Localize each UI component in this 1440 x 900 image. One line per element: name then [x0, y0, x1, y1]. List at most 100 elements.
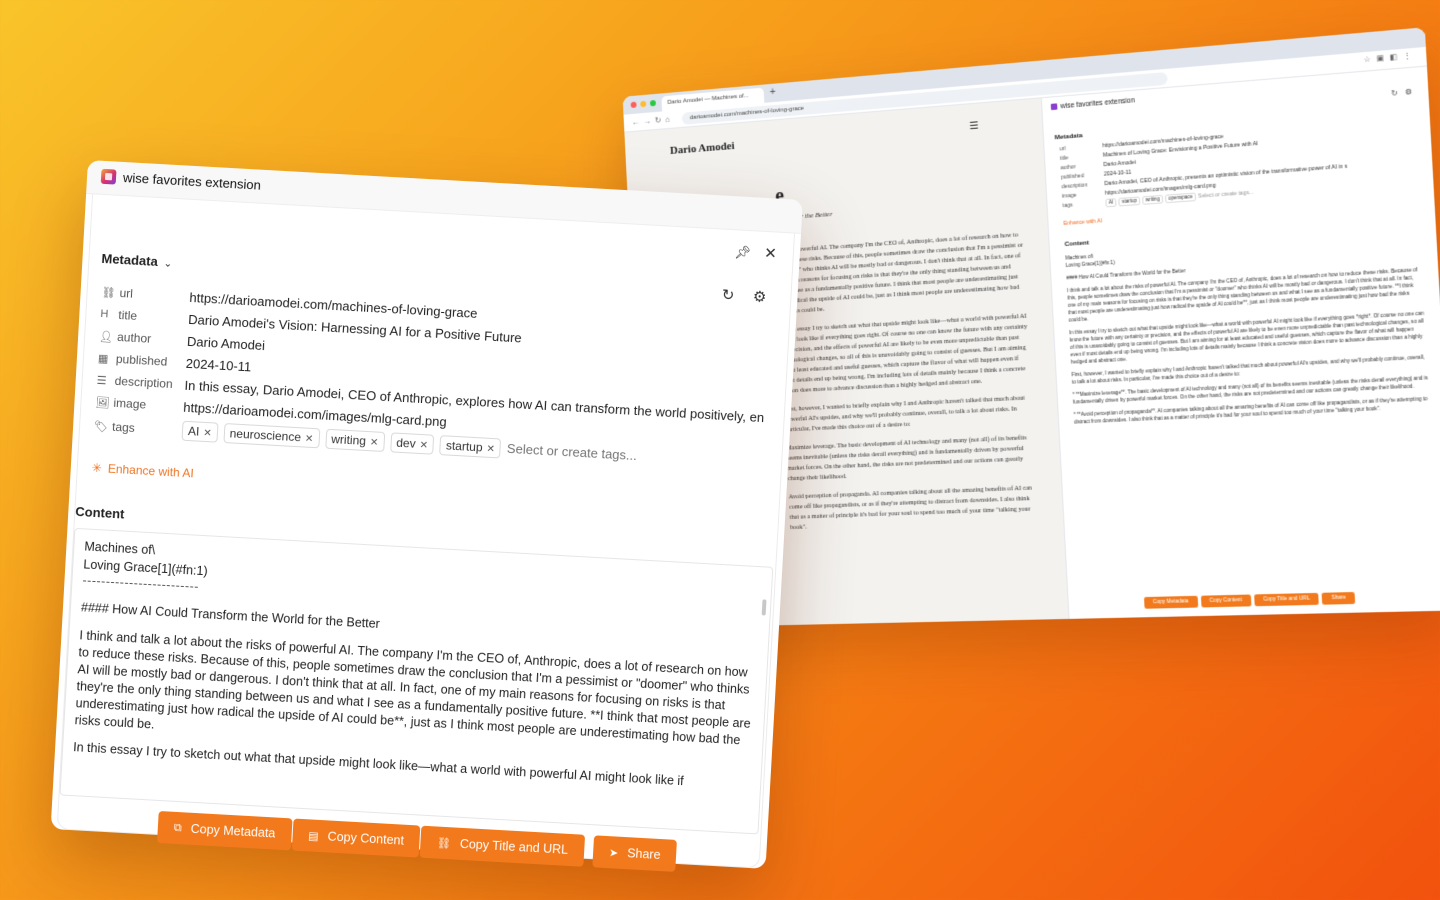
metadata-fields: ⛓ url https://darioamodei.com/machines-of…: [93, 281, 801, 478]
copy-title-url-button[interactable]: ⛓ Copy Title and URL: [420, 825, 585, 867]
remove-tag-icon[interactable]: ✕: [305, 434, 314, 445]
tag-label: startup: [445, 438, 483, 455]
calendar-icon: ▦: [97, 352, 109, 365]
metadata-toggle[interactable]: Metadata ⌄: [101, 251, 172, 270]
sidepanel-content[interactable]: Machines of\ Loving Grace[1](#fn:1) ####…: [1065, 232, 1439, 589]
tag-icon: 🏷︎: [93, 420, 109, 434]
refresh-icon[interactable]: ↻: [721, 286, 735, 305]
field-label: ⛓ url: [101, 285, 190, 304]
menu-icon[interactable]: ☰: [969, 120, 979, 132]
content-scrollbar[interactable]: [761, 599, 767, 616]
extension-panel: 📌︎ ✕ Metadata ⌄ ↻ ⚙ ⛓ url https://darioamo…: [56, 194, 795, 872]
sidepanel-copy-content-button[interactable]: Copy Content: [1200, 594, 1252, 608]
author-value[interactable]: Dario Amodei: [187, 333, 266, 352]
link-icon: ⛓: [101, 286, 116, 300]
remove-tag-icon[interactable]: ✕: [370, 437, 379, 448]
content-editor[interactable]: Machines of\ Loving Grace[1](#fn:1) ----…: [59, 527, 774, 835]
maximize-dot-icon[interactable]: [649, 99, 657, 107]
tag-chip: AI ✕: [181, 420, 219, 443]
copy-content-button[interactable]: ▤ Copy Content: [291, 818, 421, 858]
copy-icon: ⧉: [173, 821, 183, 834]
heading-icon: H: [100, 307, 109, 321]
field-label: ☰ description: [96, 373, 185, 392]
tag-chip: neuroscience ✕: [223, 423, 320, 449]
remove-tag-icon[interactable]: ✕: [486, 444, 495, 455]
pin-icon[interactable]: 📌︎: [734, 244, 751, 261]
tag-label: writing: [330, 432, 367, 448]
user-icon: 👤︎: [98, 330, 114, 344]
document-icon: ▤: [307, 829, 319, 843]
enhance-with-ai-button[interactable]: ✳ Enhance with AI: [91, 461, 194, 481]
extension-title: wise favorites extension: [122, 169, 262, 193]
button-label: Copy Content: [327, 829, 405, 848]
sidepanel-enhance-button[interactable]: Enhance with AI: [1063, 218, 1102, 227]
image-icon: 🖼︎: [95, 396, 110, 410]
tag-chip: startup ✕: [439, 435, 502, 459]
metadata-heading: Metadata: [101, 250, 159, 270]
site-name[interactable]: Dario Amodei: [670, 140, 735, 157]
sidepanel-copy-metadata-button[interactable]: Copy Metadata: [1143, 595, 1198, 609]
field-label: tags: [1062, 202, 1073, 210]
enhance-label: Enhance with AI: [107, 461, 195, 481]
tag-placeholder[interactable]: Select or create tags...: [1198, 190, 1254, 200]
sidepanel-title: wise favorites extension: [1050, 97, 1135, 111]
chevron-down-icon: ⌄: [163, 258, 173, 270]
sidepanel-toolbar[interactable]: ↻⚙: [1391, 87, 1419, 98]
button-label: Copy Title and URL: [459, 836, 569, 857]
published-value[interactable]: 2024-10-11: [185, 355, 251, 374]
copy-metadata-button[interactable]: ⧉ Copy Metadata: [156, 810, 293, 851]
field-label-text: url: [119, 285, 134, 301]
tag-chip[interactable]: AI: [1105, 198, 1117, 208]
sidepanel-fields: url https://darioamodei.com/machines-of-l…: [1059, 117, 1426, 211]
gear-icon[interactable]: ⚙: [752, 287, 766, 306]
field-label-text: author: [116, 329, 152, 346]
field-label-text: published: [115, 351, 168, 369]
field-label: 🏷︎ tags: [94, 419, 183, 438]
extension-sidepanel: wise favorites extension ↻⚙ Metadata url…: [1040, 66, 1440, 619]
essay-paragraph: First, however, I wanted to briefly expl…: [783, 394, 1026, 434]
essay-body: risks of powerful AI. The company I'm th…: [776, 230, 1039, 541]
field-label-text: image: [113, 395, 147, 412]
tag-label: dev: [395, 435, 417, 451]
sidepanel-metadata-heading[interactable]: Metadata: [1055, 133, 1083, 141]
field-label: 👤︎ author: [99, 329, 188, 348]
close-icon[interactable]: ✕: [764, 244, 778, 263]
sidepanel-content-heading: Content: [1064, 240, 1090, 249]
field-label: ▦ published: [98, 351, 187, 370]
app-logo-icon: [100, 168, 117, 185]
tag-input[interactable]: [506, 440, 658, 465]
sidepanel-actions: Copy Metadata Copy Content Copy Title an…: [1143, 591, 1356, 609]
extension-icons[interactable]: ☆▣◧⋮: [1363, 51, 1417, 64]
tag-chip[interactable]: openspace: [1165, 192, 1197, 204]
app-logo-icon: [1050, 103, 1058, 111]
link-icon: ⛓: [436, 837, 452, 850]
tag-label: neuroscience: [229, 426, 302, 445]
essay-paragraph: Maximize leverage. The basic development…: [785, 434, 1027, 483]
minimize-dot-icon[interactable]: [640, 100, 647, 108]
field-label-text: tags: [111, 419, 136, 436]
new-tab-icon[interactable]: +: [770, 87, 776, 99]
share-button[interactable]: ➤ Share: [592, 835, 678, 872]
field-label-text: title: [118, 307, 138, 323]
button-label: Copy Metadata: [190, 821, 276, 841]
send-icon: ➤: [608, 846, 619, 860]
remove-tag-icon[interactable]: ✕: [203, 428, 212, 439]
tag-chip: dev ✕: [389, 432, 435, 455]
essay-paragraph: Avoid perception of propaganda. AI compa…: [788, 484, 1033, 532]
content-heading: Content: [74, 503, 125, 522]
tag-chip[interactable]: startup: [1118, 196, 1141, 207]
nav-arrows-icon[interactable]: ←→↻⌂: [631, 115, 674, 128]
remove-tag-icon[interactable]: ✕: [419, 440, 428, 451]
button-label: Share: [626, 846, 661, 863]
tag-chip: writing ✕: [324, 428, 385, 452]
list-icon: ☰: [96, 374, 107, 387]
field-label: Htitle: [100, 307, 189, 326]
sidepanel-share-button[interactable]: Share: [1322, 591, 1356, 605]
field-label-text: description: [114, 373, 174, 392]
tag-chip[interactable]: writing: [1142, 194, 1164, 205]
sidepanel-title-text: wise favorites extension: [1060, 97, 1135, 111]
sidepanel-copy-title-url-button[interactable]: Copy Title and URL: [1253, 592, 1320, 607]
tag-label: AI: [187, 424, 200, 439]
essay-paragraph: risks of powerful AI. The company I'm th…: [775, 231, 1024, 316]
close-dot-icon[interactable]: [630, 101, 637, 109]
